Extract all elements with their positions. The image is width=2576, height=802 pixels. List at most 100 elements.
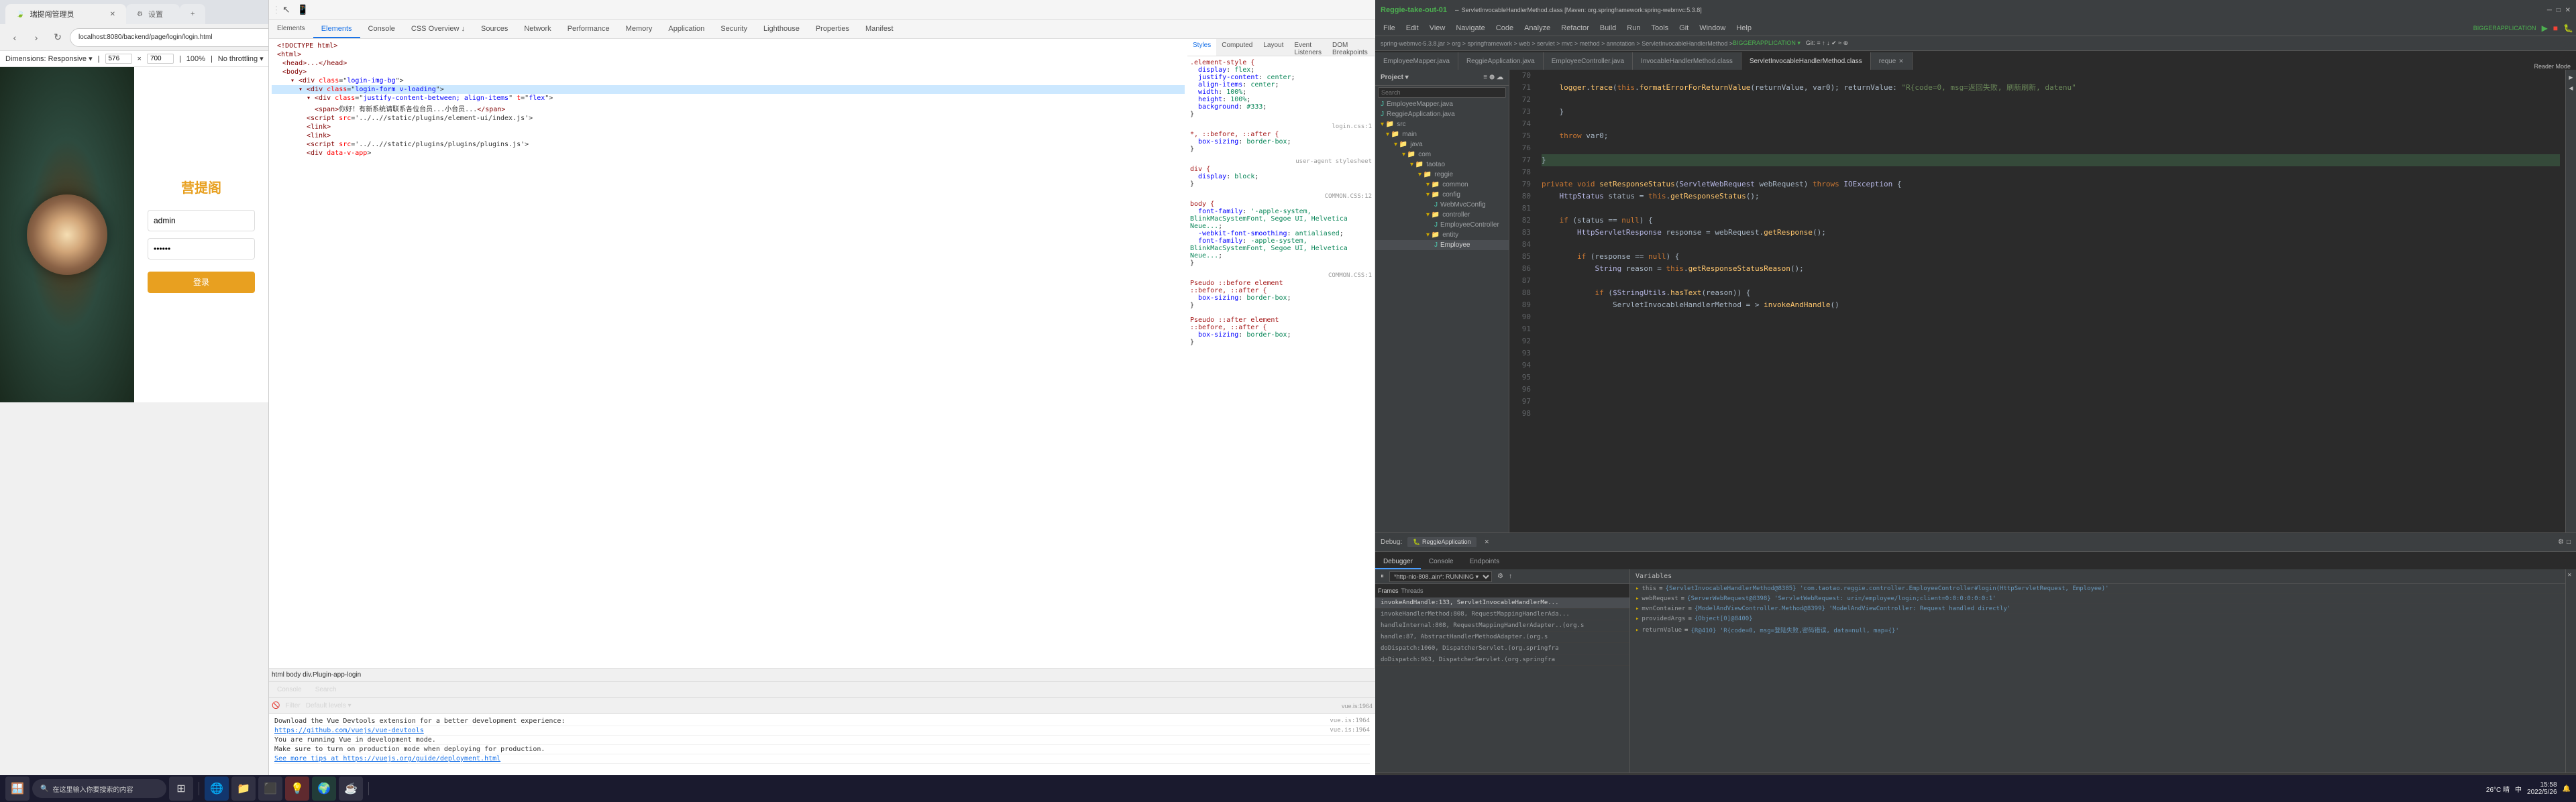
debug-settings-btn[interactable]: ⚙ (2558, 538, 2564, 546)
var-return-value[interactable]: ▸ returnValue = {R@410} 'R{code=0, msg=登… (1630, 624, 2565, 636)
refresh-btn[interactable]: ↻ (48, 28, 67, 47)
styles-tab-styles[interactable]: Styles (1187, 39, 1216, 56)
notification-icon[interactable]: 🔔 (2563, 785, 2571, 793)
username-input[interactable] (148, 210, 255, 231)
styles-tab-layout[interactable]: Layout (1258, 39, 1289, 56)
tab-properties[interactable]: Properties (808, 20, 857, 38)
ide-minimize-btn[interactable]: ─ (2547, 7, 2552, 14)
project-search-input[interactable] (1378, 87, 1506, 98)
tab-performance[interactable]: Performance (559, 20, 618, 38)
debug-session-tab[interactable]: 🐛 ReggieApplication (1407, 537, 1476, 547)
var-expand-4[interactable]: ▸ (1635, 616, 1639, 622)
devtools-dock-btn[interactable]: ⋮ (272, 4, 281, 15)
folder-taotao[interactable]: ▾ 📁 taotao (1375, 160, 1509, 170)
folder-config[interactable]: ▾ 📁 config (1375, 190, 1509, 200)
styles-tab-computed[interactable]: Computed (1216, 39, 1258, 56)
java-btn[interactable]: ☕ (339, 777, 363, 801)
folder-reggie[interactable]: ▾ 📁 reggie (1375, 170, 1509, 180)
menu-file[interactable]: File (1378, 23, 1401, 34)
chrome-btn[interactable]: 🌍 (312, 777, 336, 801)
console-link-2[interactable]: See more tips at https://vuejs.org/guide… (274, 754, 1370, 764)
console-level-select[interactable]: Default levels ▾ (306, 702, 352, 709)
var-web-request[interactable]: ▸ webRequest = {ServerWebRequest@8398} '… (1630, 594, 2565, 604)
menu-code[interactable]: Code (1491, 23, 1519, 34)
editor-content[interactable]: 70 71 72 73 74 75 76 77 78 79 80 81 82 8… (1509, 70, 2565, 532)
reader-mode-btn[interactable]: Reader Mode (2534, 63, 2571, 70)
tab-servlet-invocable[interactable]: ServletInvocableHandlerMethod.class (1741, 52, 1871, 70)
tab-security[interactable]: Security (712, 20, 755, 38)
tab-new[interactable]: + (180, 4, 205, 24)
frame-item-6[interactable]: doDispatch:963, DispatcherServlet.(org.s… (1375, 654, 1629, 666)
debug-tab-endpoints[interactable]: Endpoints (1462, 555, 1507, 569)
width-input[interactable] (105, 54, 132, 64)
menu-build[interactable]: Build (1595, 23, 1621, 34)
stop-btn[interactable]: ■ (2553, 23, 2558, 33)
code-area[interactable]: logger.trace(this.formatErrorForReturnVa… (1536, 70, 2565, 532)
right-sidebar-btn2[interactable]: ◀ (2567, 83, 2576, 93)
var-expand-1[interactable]: ▸ (1635, 585, 1639, 592)
folder-main[interactable]: ▾ 📁 main (1375, 129, 1509, 139)
folder-controller[interactable]: ▾ 📁 controller (1375, 210, 1509, 220)
deploy-link[interactable]: See more tips at https://vuejs.org/guide… (274, 755, 500, 762)
html-line-div3[interactable]: ▾ <div class="justify-content-between; a… (272, 94, 1185, 103)
windows-btn[interactable]: 🪟 (5, 777, 30, 801)
pause-btn[interactable]: ⏸ (1381, 573, 1384, 580)
debug-tab-debugger[interactable]: Debugger (1375, 555, 1421, 569)
tab-sources[interactable]: Sources (473, 20, 516, 38)
var-expand-5[interactable]: ▸ (1635, 627, 1639, 634)
height-input[interactable] (147, 54, 174, 64)
folder-src[interactable]: ▾ 📁 src (1375, 119, 1509, 129)
menu-help[interactable]: Help (1731, 23, 1757, 34)
menu-refactor[interactable]: Refactor (1556, 23, 1595, 34)
password-input[interactable] (148, 238, 255, 260)
debug-close-right[interactable]: ✕ (2566, 569, 2576, 581)
debug-run-btn[interactable]: 🐛 (2563, 23, 2573, 33)
tab-network[interactable]: Network (516, 20, 559, 38)
console-tab-search[interactable]: Search (310, 685, 342, 695)
tab-elements[interactable]: Elements (313, 20, 360, 38)
tab-app[interactable]: 🍃 瑞提闯管理员 ✕ (5, 4, 126, 24)
styles-tab-dom[interactable]: DOM Breakpoints (1327, 39, 1373, 56)
var-expand-3[interactable]: ▸ (1635, 606, 1639, 612)
login-submit-btn[interactable]: 登录 (148, 272, 255, 293)
back-btn[interactable]: ‹ (5, 28, 24, 47)
menu-window[interactable]: Window (1694, 23, 1731, 34)
file-employee-ctrl[interactable]: J EmployeeController (1375, 220, 1509, 230)
file-employee-entity[interactable]: J Employee (1375, 240, 1509, 250)
tab-lighthouse[interactable]: Lighthouse (755, 20, 808, 38)
dimensions-label[interactable]: Dimensions: Responsive ▾ (5, 54, 93, 63)
vue-devtools-link[interactable]: https://github.com/vuejs/vue-devtools (274, 727, 424, 734)
ide-maximize-btn[interactable]: □ (2557, 7, 2561, 14)
frame-item-4[interactable]: handle:87, AbstractHandlerMethodAdapter.… (1375, 632, 1629, 643)
html-line-div2[interactable]: ▾ <div class="login-form v-loading"> (272, 85, 1185, 94)
file-reggie-app[interactable]: J ReggieApplication.java (1375, 109, 1509, 119)
language-icon[interactable]: 中 (2515, 784, 2522, 794)
console-clear-btn[interactable]: 🚫 (272, 702, 280, 709)
devtools-device-btn[interactable]: 📱 (297, 4, 309, 15)
menu-run[interactable]: Run (1621, 23, 1646, 34)
frames-tab[interactable]: Frames (1378, 587, 1399, 594)
menu-analyze[interactable]: Analyze (1519, 23, 1556, 34)
terminal-btn[interactable]: ⬛ (258, 777, 282, 801)
tab-settings[interactable]: ⚙ 设置 (126, 4, 180, 24)
devtools-inspect-btn[interactable]: ↖ (282, 4, 290, 15)
thread-select[interactable]: *http-nio-808..ain*: RUNNING ▾ (1389, 571, 1492, 582)
folder-java[interactable]: ▾ 📁 java (1375, 139, 1509, 150)
var-mvc-container[interactable]: ▸ mvnContainer = {ModelAndViewController… (1630, 604, 2565, 614)
menu-edit[interactable]: Edit (1401, 23, 1424, 34)
debug-close-tab[interactable]: ✕ (1485, 538, 1490, 546)
debug-tab-console[interactable]: Console (1421, 555, 1462, 569)
ide-close-btn[interactable]: ✕ (2565, 7, 2571, 14)
frame-item-5[interactable]: doDispatch:1060, DispatcherServlet.(org.… (1375, 643, 1629, 654)
folder-com[interactable]: ▾ 📁 com (1375, 150, 1509, 160)
menu-git[interactable]: Git (1674, 23, 1694, 34)
frames-filter-btn[interactable]: ⚙ (1497, 573, 1503, 580)
menu-navigate[interactable]: Navigate (1450, 23, 1490, 34)
tab-application[interactable]: Application (660, 20, 712, 38)
frame-item-1[interactable]: invokeAndHandle:133, ServletInvocableHan… (1375, 597, 1629, 609)
var-expand-2[interactable]: ▸ (1635, 595, 1639, 602)
tab-reque[interactable]: reque ✕ (1871, 52, 1913, 70)
taskbar-search[interactable]: 🔍 在这里输入你要搜索的内容 (32, 779, 166, 798)
throttle-label[interactable]: No throttling ▾ (218, 54, 264, 63)
file-webmvc[interactable]: J WebMvcConfig (1375, 200, 1509, 210)
